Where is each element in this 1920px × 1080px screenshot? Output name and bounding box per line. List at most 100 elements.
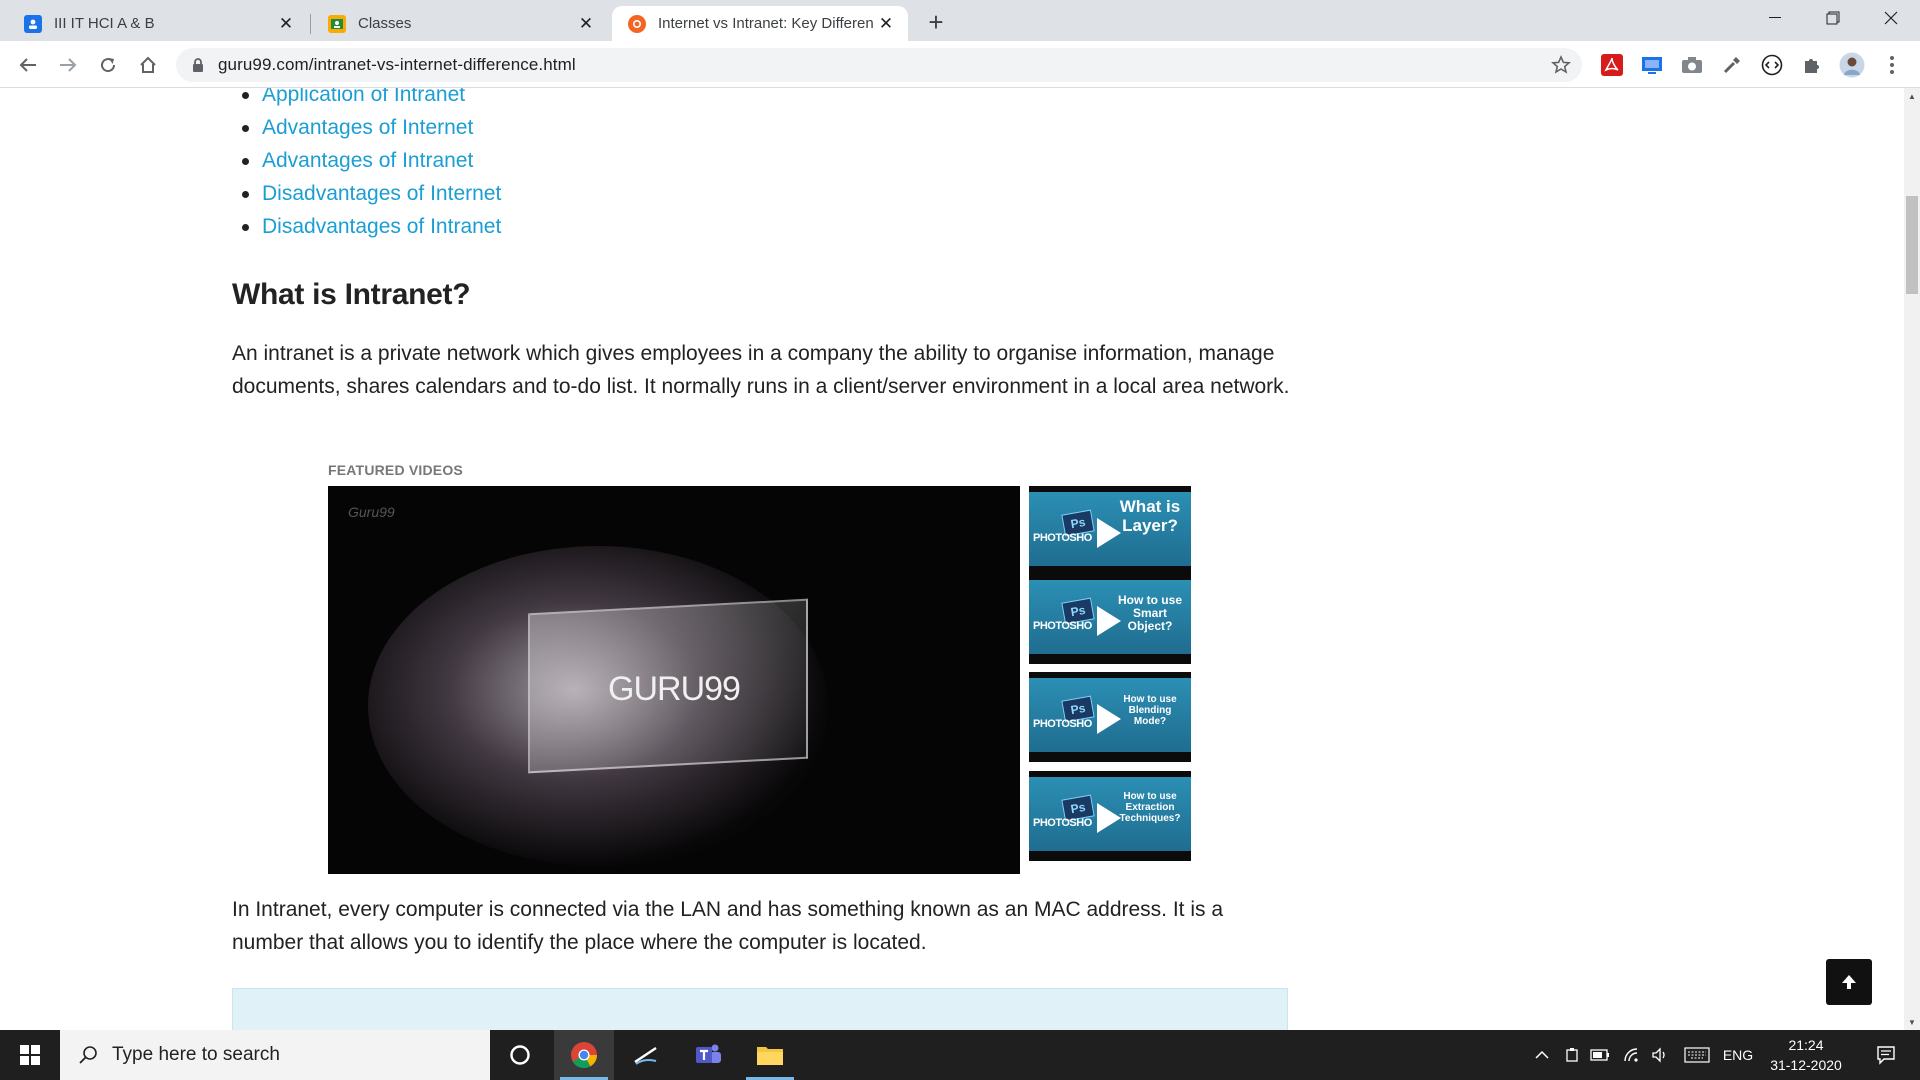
intro-paragraph: An intranet is a private network which g… xyxy=(232,342,1290,398)
notification-icon xyxy=(1877,1046,1895,1065)
thumbnail-caption: What is Layer? xyxy=(1119,497,1181,535)
pdf-extension-icon[interactable] xyxy=(1598,51,1626,79)
taskbar-teams[interactable] xyxy=(678,1030,738,1080)
close-icon[interactable]: ✕ xyxy=(576,14,596,34)
taskbar-app-editor[interactable] xyxy=(616,1030,676,1080)
page-scrollbar[interactable]: ▲ ▼ xyxy=(1904,88,1920,1030)
system-clock[interactable]: 21:24 31-12-2020 xyxy=(1760,1035,1852,1075)
lock-icon[interactable] xyxy=(190,57,206,73)
screen-extension-icon[interactable] xyxy=(1638,51,1666,79)
camera-extension-icon[interactable] xyxy=(1678,51,1706,79)
input-language[interactable]: ENG xyxy=(1718,1030,1758,1080)
toc-link-advantages-of-internet[interactable]: Advantages of Internet xyxy=(232,111,501,144)
video-thumbnail[interactable]: Ps PHOTOSHO What is Layer? xyxy=(1029,486,1191,576)
window-close-button[interactable] xyxy=(1862,0,1920,36)
address-bar[interactable]: guru99.com/intranet-vs-internet-differen… xyxy=(176,48,1582,82)
thumbnail-bg: Ps PHOTOSHO What is Layer? xyxy=(1029,492,1191,566)
clock-time: 21:24 xyxy=(1788,1037,1824,1053)
table-of-contents: Application of Intranet Advantages of In… xyxy=(232,88,501,243)
thumbnail-caption: How to use Blending Mode? xyxy=(1123,694,1177,727)
puzzle-extensions-icon[interactable] xyxy=(1798,51,1826,79)
new-tab-button[interactable]: + xyxy=(922,7,950,37)
tab-hci[interactable]: III IT HCI A & B ✕ xyxy=(8,6,308,41)
thumbnail-bg: Ps PHOTOSHO How to use Blending Mode? xyxy=(1029,678,1191,752)
thumbnail-label: PHOTOSHO xyxy=(1033,817,1092,829)
wifi-icon[interactable] xyxy=(1620,1030,1644,1080)
bookmark-star-icon[interactable] xyxy=(1550,54,1572,76)
browser-toolbar: guru99.com/intranet-vs-internet-differen… xyxy=(0,41,1920,88)
section-heading: What is Intranet? xyxy=(232,278,471,311)
teams-icon xyxy=(696,1044,721,1063)
taskbar-file-explorer[interactable] xyxy=(740,1030,800,1080)
restore-button[interactable] xyxy=(1804,0,1862,36)
video-brand-text: GURU99 xyxy=(608,670,741,708)
toc-link-application-of-intranet[interactable]: Application of Intranet xyxy=(232,88,501,111)
toc-link-disadvantages-of-intranet[interactable]: Disadvantages of Intranet xyxy=(232,210,501,243)
featured-videos-label: FEATURED VIDEOS xyxy=(328,462,463,478)
back-button[interactable] xyxy=(12,49,44,81)
windows-logo-icon xyxy=(20,1045,40,1065)
mac-paragraph: In Intranet, every computer is connected… xyxy=(232,898,1224,954)
stylus-app-icon xyxy=(634,1047,657,1065)
close-icon[interactable]: ✕ xyxy=(876,14,896,34)
eyedropper-extension-icon[interactable] xyxy=(1718,51,1746,79)
show-hidden-icons-button[interactable] xyxy=(1530,1030,1554,1080)
tray-device-icon[interactable] xyxy=(1560,1030,1584,1080)
tab-guru99[interactable]: Internet vs Intranet: Key Differen ✕ xyxy=(612,6,908,41)
thumbnail-label: PHOTOSHO xyxy=(1033,620,1092,632)
classroom-icon xyxy=(328,14,346,33)
thumbnail-caption: How to use Extraction Techniques? xyxy=(1119,791,1181,824)
close-icon[interactable]: ✕ xyxy=(276,14,296,34)
reload-button[interactable] xyxy=(92,49,124,81)
url-text[interactable]: guru99.com/intranet-vs-internet-differen… xyxy=(218,55,576,75)
battery-icon[interactable] xyxy=(1588,1030,1612,1080)
action-center-button[interactable] xyxy=(1866,1030,1906,1080)
toc-link-advantages-of-intranet[interactable]: Advantages of Intranet xyxy=(232,144,501,177)
taskbar-search-box[interactable]: Type here to search xyxy=(60,1030,490,1080)
scroll-down-arrow-icon[interactable]: ▼ xyxy=(1904,1014,1920,1030)
home-button[interactable] xyxy=(132,49,164,81)
tab-title: III IT HCI A & B xyxy=(54,15,155,32)
arrow-up-icon xyxy=(1842,975,1856,989)
search-placeholder: Type here to search xyxy=(112,1044,280,1065)
chevron-up-icon xyxy=(1535,1050,1549,1059)
touch-keyboard-icon[interactable] xyxy=(1682,1030,1712,1080)
tab-strip: III IT HCI A & B ✕ Classes ✕ Internet vs… xyxy=(0,0,1920,41)
classroom-people-icon xyxy=(24,14,42,33)
forward-button[interactable] xyxy=(52,49,84,81)
toc-link-disadvantages-of-internet[interactable]: Disadvantages of Internet xyxy=(232,177,501,210)
video-thumbnail[interactable]: Ps PHOTOSHO How to use Extraction Techni… xyxy=(1029,771,1191,861)
guru99-favicon-icon xyxy=(628,14,646,33)
video-watermark: Guru99 xyxy=(348,504,395,520)
chrome-icon xyxy=(571,1042,598,1069)
tab-classes[interactable]: Classes ✕ xyxy=(312,6,608,41)
search-icon xyxy=(76,1043,100,1067)
tab-divider xyxy=(310,14,311,34)
cortana-circle-icon xyxy=(510,1045,530,1065)
scrollbar-thumb[interactable] xyxy=(1906,196,1918,294)
profile-avatar[interactable] xyxy=(1838,51,1866,79)
thumbnail-caption: How to use Smart Object? xyxy=(1117,593,1182,634)
code-extension-icon[interactable] xyxy=(1758,51,1786,79)
thumbnail-label: PHOTOSHO xyxy=(1033,718,1092,730)
web-page: Application of Intranet Advantages of In… xyxy=(0,88,1904,1030)
video-player[interactable]: Guru99 GURU99 xyxy=(328,486,1020,874)
clock-date: 31-12-2020 xyxy=(1770,1057,1842,1073)
thumbnail-bg: Ps PHOTOSHO How to use Extraction Techni… xyxy=(1029,777,1191,851)
cortana-button[interactable] xyxy=(490,1030,550,1080)
tab-title: Classes xyxy=(358,15,412,32)
windows-taskbar: Type here to search ENG 21:24 31-12-2020 xyxy=(0,1030,1920,1080)
minimize-button[interactable] xyxy=(1746,0,1804,36)
menu-kebab-icon[interactable] xyxy=(1878,51,1906,79)
info-box xyxy=(232,988,1288,1030)
tab-title: Internet vs Intranet: Key Differen xyxy=(658,15,874,32)
video-thumbnail[interactable]: Ps PHOTOSHO How to use Blending Mode? xyxy=(1029,672,1191,762)
scroll-up-arrow-icon[interactable]: ▲ xyxy=(1904,88,1920,104)
thumbnail-bg: Ps PHOTOSHO How to use Smart Object? xyxy=(1029,580,1191,654)
video-thumbnail[interactable]: Ps PHOTOSHO How to use Smart Object? xyxy=(1029,574,1191,664)
folder-icon xyxy=(757,1047,783,1065)
volume-icon[interactable] xyxy=(1648,1030,1672,1080)
back-to-top-button[interactable] xyxy=(1826,959,1872,1005)
windows-start-button[interactable] xyxy=(0,1030,60,1080)
taskbar-chrome[interactable] xyxy=(554,1030,614,1080)
